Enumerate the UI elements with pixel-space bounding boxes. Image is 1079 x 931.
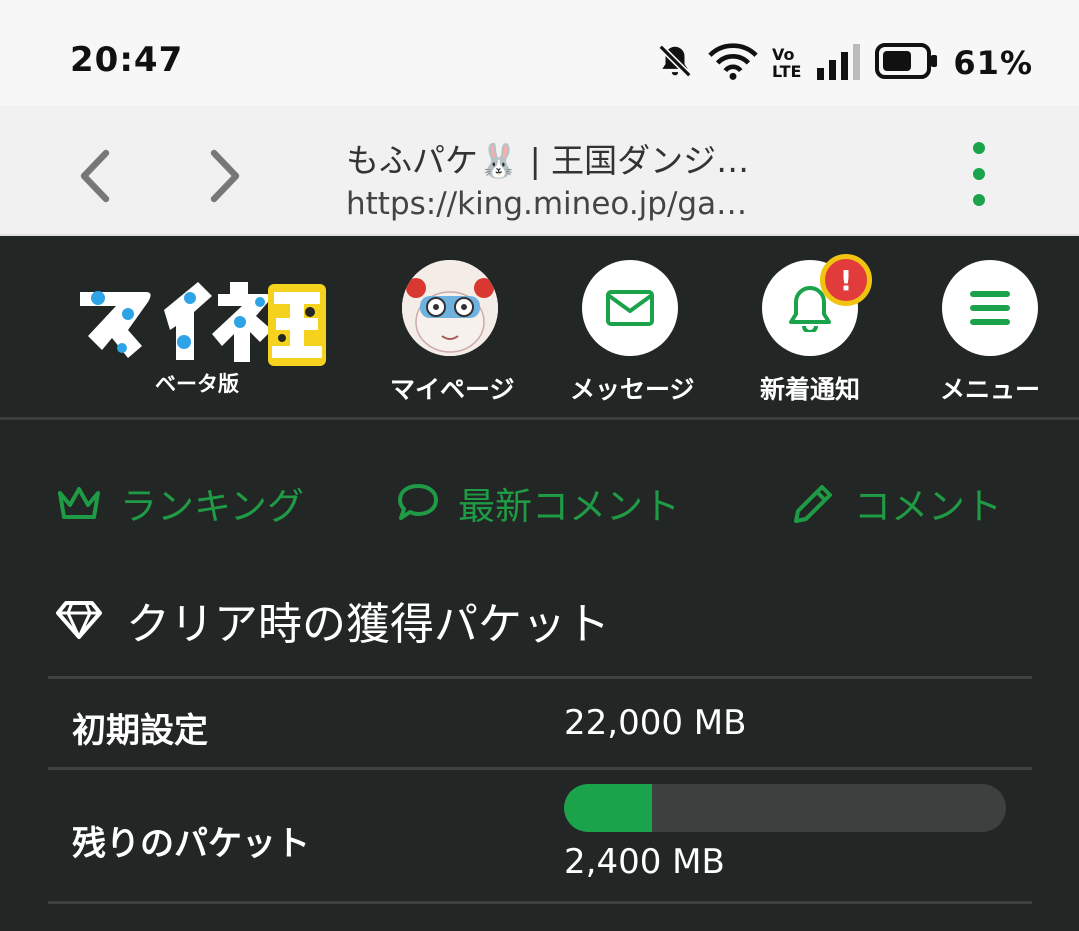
main-content: ランキング 最新コメント コメント クリア時の獲得パケット 初期設定 22,00… [0, 420, 1079, 931]
back-button[interactable] [70, 146, 120, 206]
message-button[interactable]: メッセージ [570, 260, 695, 406]
section-title-text: クリア時の獲得パケット [126, 599, 610, 650]
volte-icon: Vo LTE [772, 46, 801, 80]
page-title[interactable]: もふパケ🐰 | 王国ダンジ… [346, 134, 749, 182]
table-row: 初期設定 22,000 MB [48, 676, 1032, 767]
back-icon [80, 149, 110, 203]
speech-bubble-icon [398, 484, 438, 520]
browser-toolbar: もふパケ🐰 | 王国ダンジ… https://king.mineo.jp/ga… [0, 106, 1079, 236]
initial-setting-value: 22,000 MB [564, 703, 747, 743]
remaining-packet-label: 残りのパケット [72, 824, 310, 864]
packet-table: 初期設定 22,000 MB 残りのパケット 2,400 MB [48, 676, 1032, 904]
crown-icon [58, 487, 100, 519]
quick-links: ランキング 最新コメント コメント [0, 476, 1079, 536]
avatar [402, 260, 498, 356]
notifications-button[interactable]: ! 新着通知 [750, 254, 872, 406]
menu-button[interactable]: メニュー [930, 260, 1050, 406]
forward-icon [210, 149, 240, 203]
more-menu-button[interactable] [962, 142, 996, 206]
signal-icon [815, 42, 861, 84]
pencil-icon [794, 485, 832, 523]
volte-top-text: Vo [772, 45, 795, 64]
mypage-button[interactable]: マイページ [390, 260, 515, 406]
ranking-label: ランキング [120, 485, 304, 528]
status-time: 20:47 [70, 40, 184, 80]
site-logo[interactable] [72, 272, 328, 368]
notifications-label: 新着通知 [759, 375, 860, 404]
status-icons: Vo LTE 61% [656, 40, 1033, 86]
remaining-packet-value: 2,400 MB [564, 842, 725, 882]
wifi-icon [708, 41, 758, 85]
section-title: クリア時の獲得パケット [54, 588, 610, 652]
hamburger-icon [970, 291, 1010, 325]
remaining-packet-progress [564, 784, 1006, 832]
mail-icon [606, 290, 654, 326]
more-menu-icon [973, 142, 985, 154]
volte-bottom-text: LTE [772, 62, 802, 81]
url-display[interactable]: https://king.mineo.jp/ga… [346, 186, 747, 222]
comment-label: コメント [854, 485, 1002, 528]
forward-button[interactable] [200, 146, 250, 206]
notification-badge: ! [820, 254, 872, 306]
latest-comments-label: 最新コメント [458, 485, 680, 528]
ranking-link[interactable]: ランキング [56, 476, 304, 530]
battery-icon [875, 43, 939, 83]
site-header: ベータ版 マイページ メッセージ ! 新着通知 メニュー [0, 238, 1079, 420]
logo-subtitle: ベータ版 [155, 372, 239, 396]
status-bar: 20:47 Vo LTE 61% [0, 0, 1079, 106]
comment-link[interactable]: コメント [792, 476, 1002, 530]
bell-off-icon [656, 42, 694, 84]
table-row: 残りのパケット 2,400 MB [48, 767, 1032, 904]
remaining-packet-progress-fill [564, 784, 653, 832]
battery-percent: 61% [953, 44, 1033, 82]
initial-setting-label: 初期設定 [72, 711, 208, 751]
mypage-label: マイページ [390, 375, 515, 404]
message-label: メッセージ [570, 375, 695, 404]
menu-label: メニュー [939, 375, 1040, 404]
latest-comments-link[interactable]: 最新コメント [396, 476, 680, 530]
diamond-icon [56, 601, 102, 639]
